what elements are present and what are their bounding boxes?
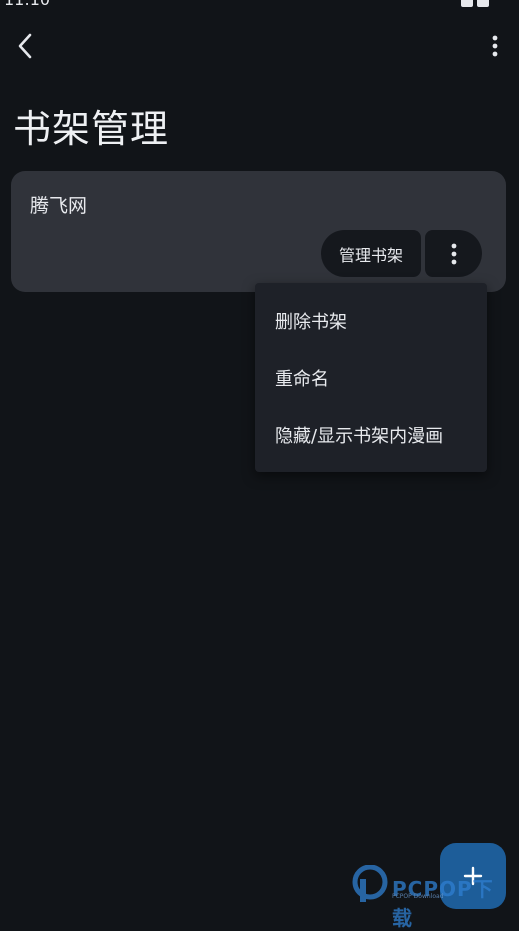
overflow-menu-button[interactable]: [475, 26, 515, 66]
more-vert-icon: [451, 243, 456, 264]
watermark-logo: [352, 865, 388, 902]
chevron-left-icon: [18, 33, 32, 59]
shelf-name: 腾飞网: [30, 195, 88, 217]
shelf-dropdown-menu: 删除书架 重命名 隐藏/显示书架内漫画: [255, 283, 487, 472]
battery-icon: [477, 0, 489, 7]
signal-icon: [461, 0, 473, 7]
back-button[interactable]: [6, 26, 46, 66]
menu-item-delete-shelf[interactable]: 删除书架: [255, 293, 487, 349]
shelf-more-button[interactable]: [425, 230, 482, 277]
menu-item-rename[interactable]: 重命名: [255, 350, 487, 406]
menu-item-toggle-hidden[interactable]: 隐藏/显示书架内漫画: [255, 407, 487, 463]
page-title: 书架管理: [13, 107, 170, 151]
watermark-subtext: PCPOP Download: [392, 893, 444, 900]
manage-shelf-button[interactable]: 管理书架: [321, 230, 421, 277]
watermark: PCPOP下载 PCPOP Download: [352, 864, 512, 930]
shelf-card: 腾飞网 管理书架: [11, 171, 506, 292]
more-vert-icon: [492, 35, 498, 57]
status-time: 11:10: [4, 0, 50, 8]
status-bar: 11:10: [0, 0, 519, 8]
top-app-bar: [0, 20, 519, 76]
status-icons: [457, 0, 497, 7]
watermark-text: PCPOP下载: [392, 877, 494, 930]
